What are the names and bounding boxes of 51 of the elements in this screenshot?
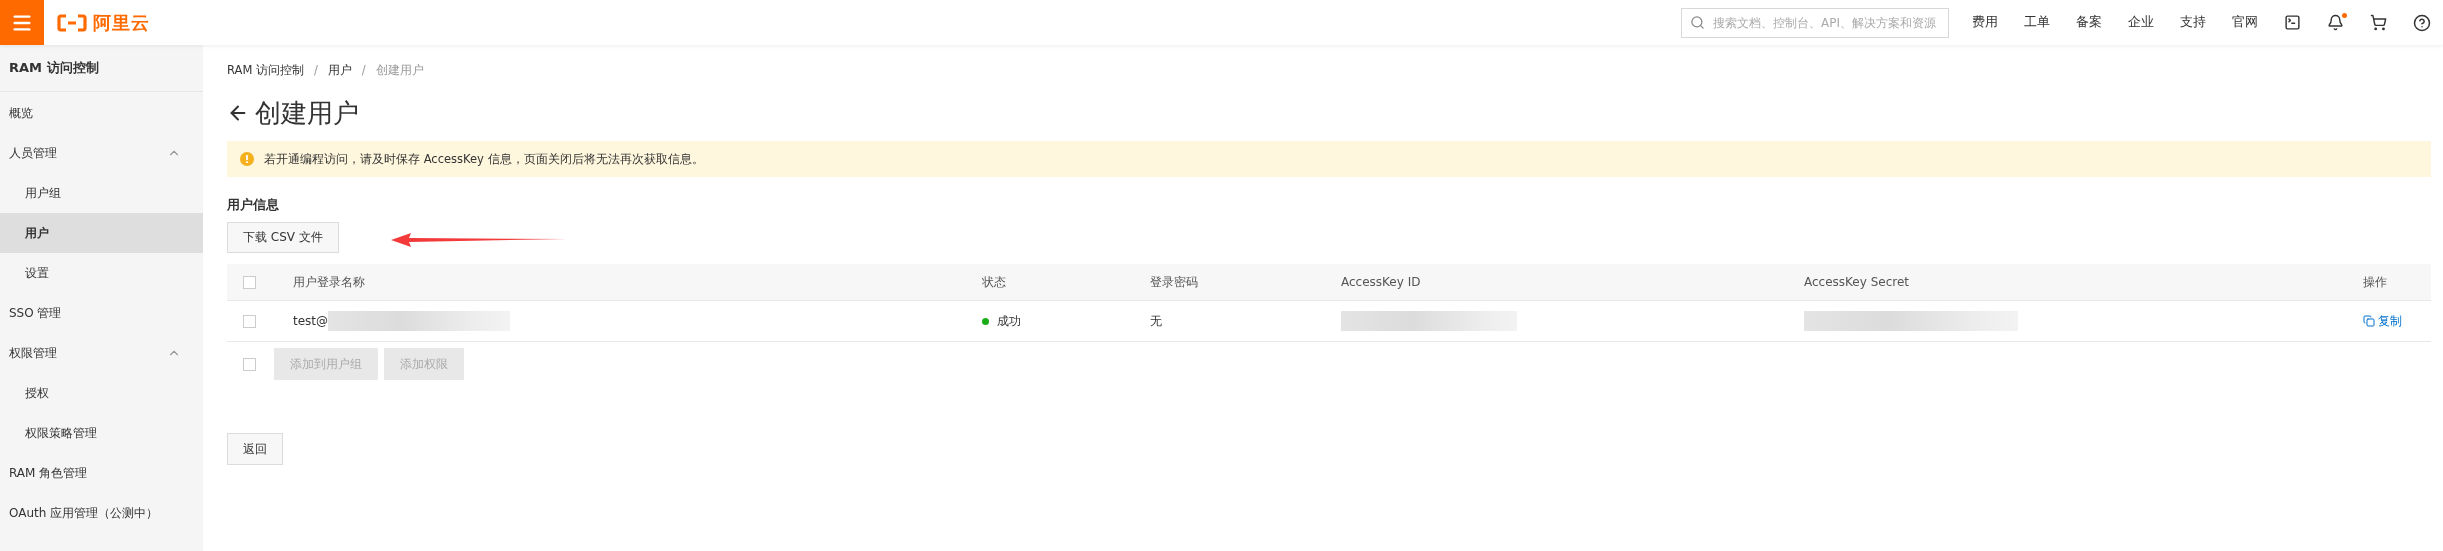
- menu-button[interactable]: [0, 0, 44, 45]
- sidebar-item[interactable]: SSO 管理: [0, 293, 203, 333]
- sidebar-item[interactable]: 权限管理: [0, 333, 203, 373]
- sidebar-item[interactable]: 概览: [0, 93, 203, 133]
- status-dot: [982, 317, 989, 325]
- status-text: 成功: [997, 312, 1021, 330]
- logo-icon: [57, 13, 87, 32]
- return-button[interactable]: 返回: [227, 433, 283, 465]
- sidebar-item[interactable]: 权限策略管理: [0, 413, 203, 453]
- sidebar-item[interactable]: 人员管理: [0, 133, 203, 173]
- column-header: 用户登录名称: [293, 273, 366, 291]
- checkbox[interactable]: [243, 275, 256, 289]
- login-name: test@: [293, 314, 329, 328]
- cart-icon[interactable]: [2370, 14, 2387, 31]
- section-title: 用户信息: [227, 197, 280, 214]
- column-header: 登录密码: [1150, 273, 1199, 291]
- table-cell-text: 无: [1150, 312, 1163, 330]
- sidebar-item[interactable]: OAuth 应用管理（公测中）: [0, 493, 203, 533]
- terminal-icon[interactable]: [2284, 14, 2301, 31]
- sidebar-item[interactable]: 用户组: [0, 173, 203, 213]
- breadcrumb-link[interactable]: RAM 访问控制: [227, 62, 304, 78]
- column-header: 状态: [982, 273, 1007, 291]
- breadcrumb-link[interactable]: 用户: [327, 62, 352, 78]
- sidebar-item[interactable]: 用户: [0, 213, 203, 253]
- breadcrumb-separator: /: [314, 63, 318, 77]
- breadcrumb-separator: /: [361, 63, 366, 77]
- nav-link[interactable]: 支持: [2167, 14, 2219, 31]
- sidebar-item[interactable]: RAM 角色管理: [0, 453, 203, 493]
- copy-icon: [2363, 315, 2375, 327]
- sidebar-item[interactable]: 授权: [0, 373, 203, 413]
- column-header: AccessKey ID: [1341, 275, 1422, 289]
- warning-text: 若开通编程访问，请及时保存 AccessKey 信息，页面关闭后将无法再次获取信息。: [264, 151, 704, 167]
- nav-link[interactable]: 企业: [2115, 14, 2167, 31]
- column-header: AccessKey Secret: [1804, 275, 1910, 289]
- copy-link[interactable]: 复制: [2363, 312, 2431, 330]
- sidebar-title: RAM 访问控制: [0, 45, 203, 92]
- checkbox[interactable]: [243, 314, 256, 328]
- search-field[interactable]: 搜索文档、控制台、API、解决方案和资源: [1681, 7, 1949, 38]
- warning-icon: [240, 152, 254, 166]
- page-title: 创建用户: [255, 96, 359, 130]
- bell-icon[interactable]: [2327, 14, 2344, 31]
- nav-link[interactable]: 工单: [2011, 14, 2063, 31]
- sidebar-item[interactable]: 设置: [0, 253, 203, 293]
- nav-link[interactable]: 费用: [1959, 14, 2011, 31]
- nav-link[interactable]: 备案: [2063, 14, 2115, 31]
- checkbox[interactable]: [243, 357, 256, 371]
- help-icon[interactable]: [2413, 13, 2431, 32]
- column-header: 操作: [2363, 273, 2388, 291]
- search-icon: [1690, 15, 1705, 30]
- nav-link[interactable]: 官网: [2219, 14, 2271, 31]
- download-button[interactable]: 下载 CSV 文件: [227, 222, 339, 253]
